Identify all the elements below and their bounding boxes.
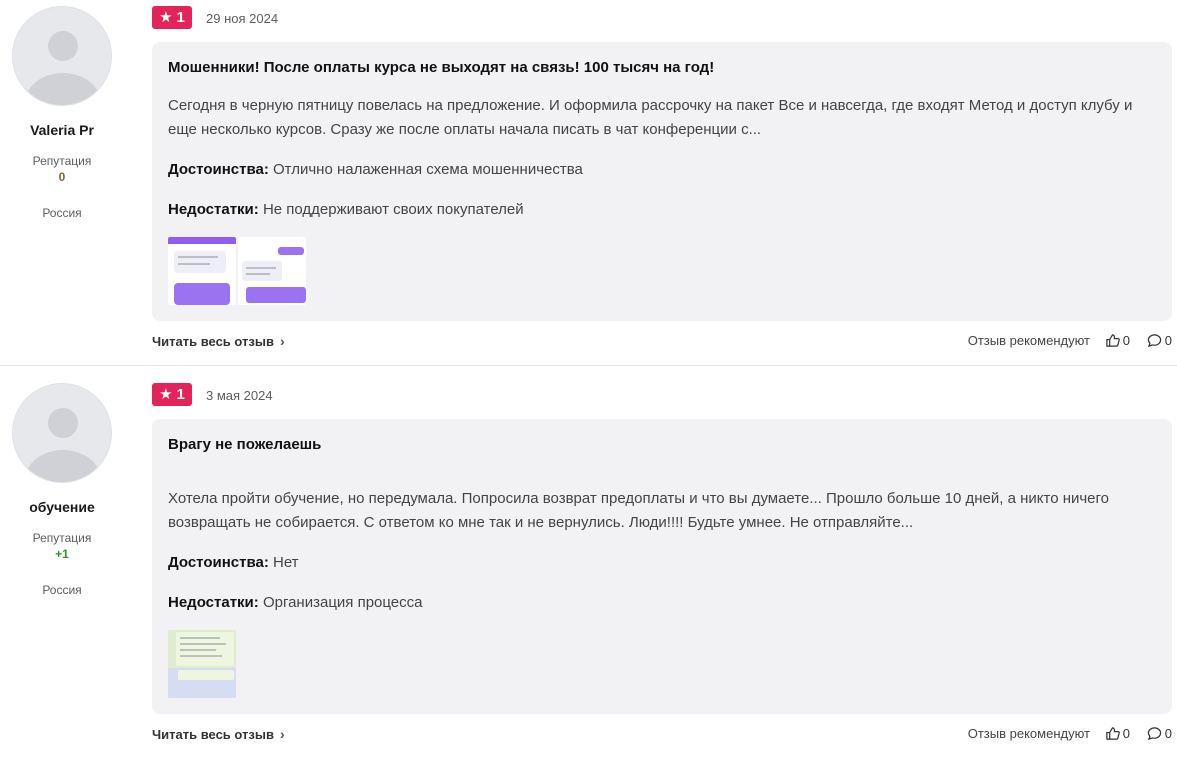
comment-icon [1147, 334, 1161, 348]
review-item: обучение Репутация +1 Россия ★ 1 3 мая 2… [0, 367, 1177, 759]
rating-badge: ★ 1 [152, 6, 192, 29]
review-author: обучение Репутация +1 Россия [12, 383, 112, 597]
review-date: 29 ноя 2024 [206, 11, 279, 26]
cons-text: Организация процесса [262, 594, 423, 611]
read-full-review-link[interactable]: Читать весь отзыв › [152, 333, 285, 349]
review-cons: Недостатки: Не поддерживают своих покупа… [168, 201, 524, 218]
comments-count: 0 [1164, 333, 1172, 348]
reputation-label: Репутация [32, 531, 92, 545]
review-title[interactable]: Мошенники! После оплаты курса не выходят… [168, 59, 714, 76]
review-date: 3 мая 2024 [206, 388, 273, 403]
chevron-right-icon: › [279, 333, 285, 349]
review-photos [168, 237, 306, 305]
review-photo-thumbnail[interactable] [238, 237, 306, 305]
review-photos [168, 630, 236, 698]
review-text: Хотела пройти обучение, но передумала. П… [168, 490, 1110, 531]
review-title[interactable]: Врагу не пожелаешь [168, 436, 321, 453]
recommend-label: Отзыв рекомендуют [967, 333, 1090, 348]
review-footer: Читать весь отзыв › Отзыв рекомендуют 0 … [152, 333, 1172, 351]
reputation-label: Репутация [32, 154, 92, 168]
pros-label: Достоинства: [168, 161, 269, 178]
author-name[interactable]: Valeria Pr [12, 122, 112, 138]
review-pros: Достоинства: Отлично налаженная схема мо… [168, 161, 583, 178]
review-footer: Читать весь отзыв › Отзыв рекомендуют 0 … [152, 726, 1172, 744]
cons-text: Не поддерживают своих покупателей [262, 201, 524, 218]
cons-label: Недостатки: [168, 201, 259, 218]
pros-label: Достоинства: [168, 554, 269, 571]
rating-value: 1 [176, 9, 185, 26]
comments-button[interactable]: 0 [1147, 726, 1172, 741]
review-author: Valeria Pr Репутация 0 Россия [12, 6, 112, 220]
review-item: Valeria Pr Репутация 0 Россия ★ 1 29 ноя… [0, 0, 1177, 366]
review-card: Врагу не пожелаешь Хотела пройти обучени… [152, 419, 1172, 714]
author-country: Россия [42, 583, 82, 597]
author-name[interactable]: обучение [12, 499, 112, 515]
reputation-value: 0 [58, 170, 66, 184]
pros-text: Нет [273, 554, 299, 571]
recommend-label: Отзыв рекомендуют [967, 726, 1090, 741]
author-country: Россия [42, 206, 82, 220]
read-more-label: Читать весь отзыв [152, 333, 274, 349]
like-button[interactable]: 0 [1105, 333, 1130, 348]
pros-text: Отлично налаженная схема мошенничества [273, 161, 583, 178]
star-icon: ★ [159, 386, 173, 403]
review-photo-thumbnail[interactable] [168, 237, 236, 305]
likes-count: 0 [1122, 333, 1130, 348]
review-photo-thumbnail[interactable] [168, 630, 236, 698]
comments-button[interactable]: 0 [1147, 333, 1172, 348]
thumbs-up-icon [1106, 727, 1120, 740]
comment-icon [1147, 727, 1161, 741]
review-text: Сегодня в черную пятницу повелась на пре… [168, 97, 1133, 138]
read-more-label: Читать весь отзыв [152, 726, 274, 742]
rating-badge: ★ 1 [152, 383, 192, 406]
star-icon: ★ [159, 9, 173, 26]
review-cons: Недостатки: Организация процесса [168, 594, 423, 611]
like-button[interactable]: 0 [1105, 726, 1130, 741]
user-avatar-icon[interactable] [12, 383, 112, 483]
read-full-review-link[interactable]: Читать весь отзыв › [152, 726, 285, 742]
comments-count: 0 [1164, 726, 1172, 741]
cons-label: Недостатки: [168, 594, 259, 611]
user-avatar-icon[interactable] [12, 6, 112, 106]
review-card: Мошенники! После оплаты курса не выходят… [152, 42, 1172, 321]
rating-value: 1 [176, 386, 185, 403]
reputation-value: +1 [55, 547, 69, 561]
thumbs-up-icon [1106, 334, 1120, 347]
chevron-right-icon: › [279, 726, 285, 742]
review-pros: Достоинства: Нет [168, 554, 299, 571]
likes-count: 0 [1122, 726, 1130, 741]
